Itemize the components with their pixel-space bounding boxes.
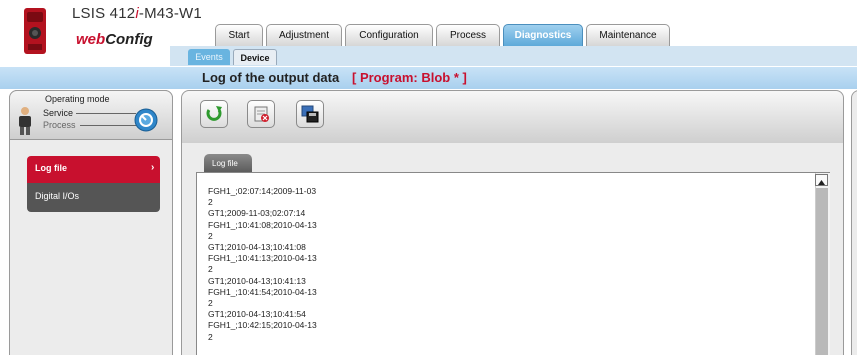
log-line: 2 [208, 331, 213, 342]
log-line: 2 [208, 298, 213, 309]
nav-item-log-file-label: Log file [35, 163, 67, 173]
log-content: FGH1_;02:07:14;2009-11-03 2 GT1;2009-11-… [208, 186, 768, 343]
mode-process-line [80, 125, 136, 126]
log-line: 2 [208, 264, 213, 275]
tab-process[interactable]: Process [436, 24, 500, 46]
tab-configuration[interactable]: Configuration [345, 24, 433, 46]
brand-logo: webConfig [76, 31, 153, 48]
mode-process-label[interactable]: Process [43, 120, 76, 130]
log-line: FGH1_;10:41:08;2010-04-13 [208, 219, 317, 230]
scroll-up-button[interactable] [815, 174, 828, 186]
mode-switch-knob-icon[interactable] [134, 108, 158, 132]
operator-icon [19, 107, 31, 135]
save-to-disk-icon [301, 105, 319, 123]
operating-mode-title: Operating mode [45, 94, 110, 104]
mode-service-line [76, 113, 136, 114]
delete-log-icon [254, 106, 269, 122]
save-to-disk-button[interactable] [296, 100, 324, 128]
page-title: Log of the output data [202, 70, 340, 85]
tab-start[interactable]: Start [215, 24, 263, 46]
log-line: FGH1_;02:07:14;2009-11-03 [208, 186, 317, 196]
log-line: 2 [208, 230, 213, 241]
log-line: GT1;2010-04-13;10:41:54 [208, 309, 306, 320]
log-line: FGH1_;10:42:15;2010-04-13 [208, 320, 317, 331]
mode-service-label[interactable]: Service [43, 108, 73, 118]
right-panel-edge [851, 90, 857, 355]
scrollbar-thumb[interactable] [816, 188, 828, 355]
tab-adjustment[interactable]: Adjustment [266, 24, 342, 46]
toolbar [182, 91, 843, 143]
log-line: GT1;2010-04-13;10:41:08 [208, 242, 306, 253]
log-line: GT1;2009-11-03;02:07:14 [208, 208, 306, 219]
subtab-device[interactable]: Device [233, 49, 277, 65]
tab-maintenance[interactable]: Maintenance [586, 24, 670, 46]
delete-log-button[interactable] [247, 100, 275, 128]
tab-diagnostics[interactable]: Diagnostics [503, 24, 583, 46]
arrow-up-icon [818, 180, 825, 185]
log-line: GT1;2010-04-13;10:41:13 [208, 275, 306, 286]
log-line: FGH1_;10:41:13;2010-04-13 [208, 253, 317, 264]
nav-item-digital-ios-label: Digital I/Os [35, 191, 80, 201]
log-line: FGH1_;10:41:54;2010-04-13 [208, 286, 317, 297]
refresh-button[interactable] [200, 100, 228, 128]
camera-device-icon [24, 8, 46, 54]
program-indicator: [ Program: Blob * ] [352, 70, 467, 85]
refresh-icon [206, 106, 222, 121]
device-name: LSIS 412i-M43-W1 [72, 5, 202, 22]
subtab-events[interactable]: Events [188, 49, 230, 65]
tab-log-file-label: Log file [212, 159, 238, 168]
log-line: 2 [208, 197, 213, 208]
chevron-right-icon: › [151, 162, 155, 173]
